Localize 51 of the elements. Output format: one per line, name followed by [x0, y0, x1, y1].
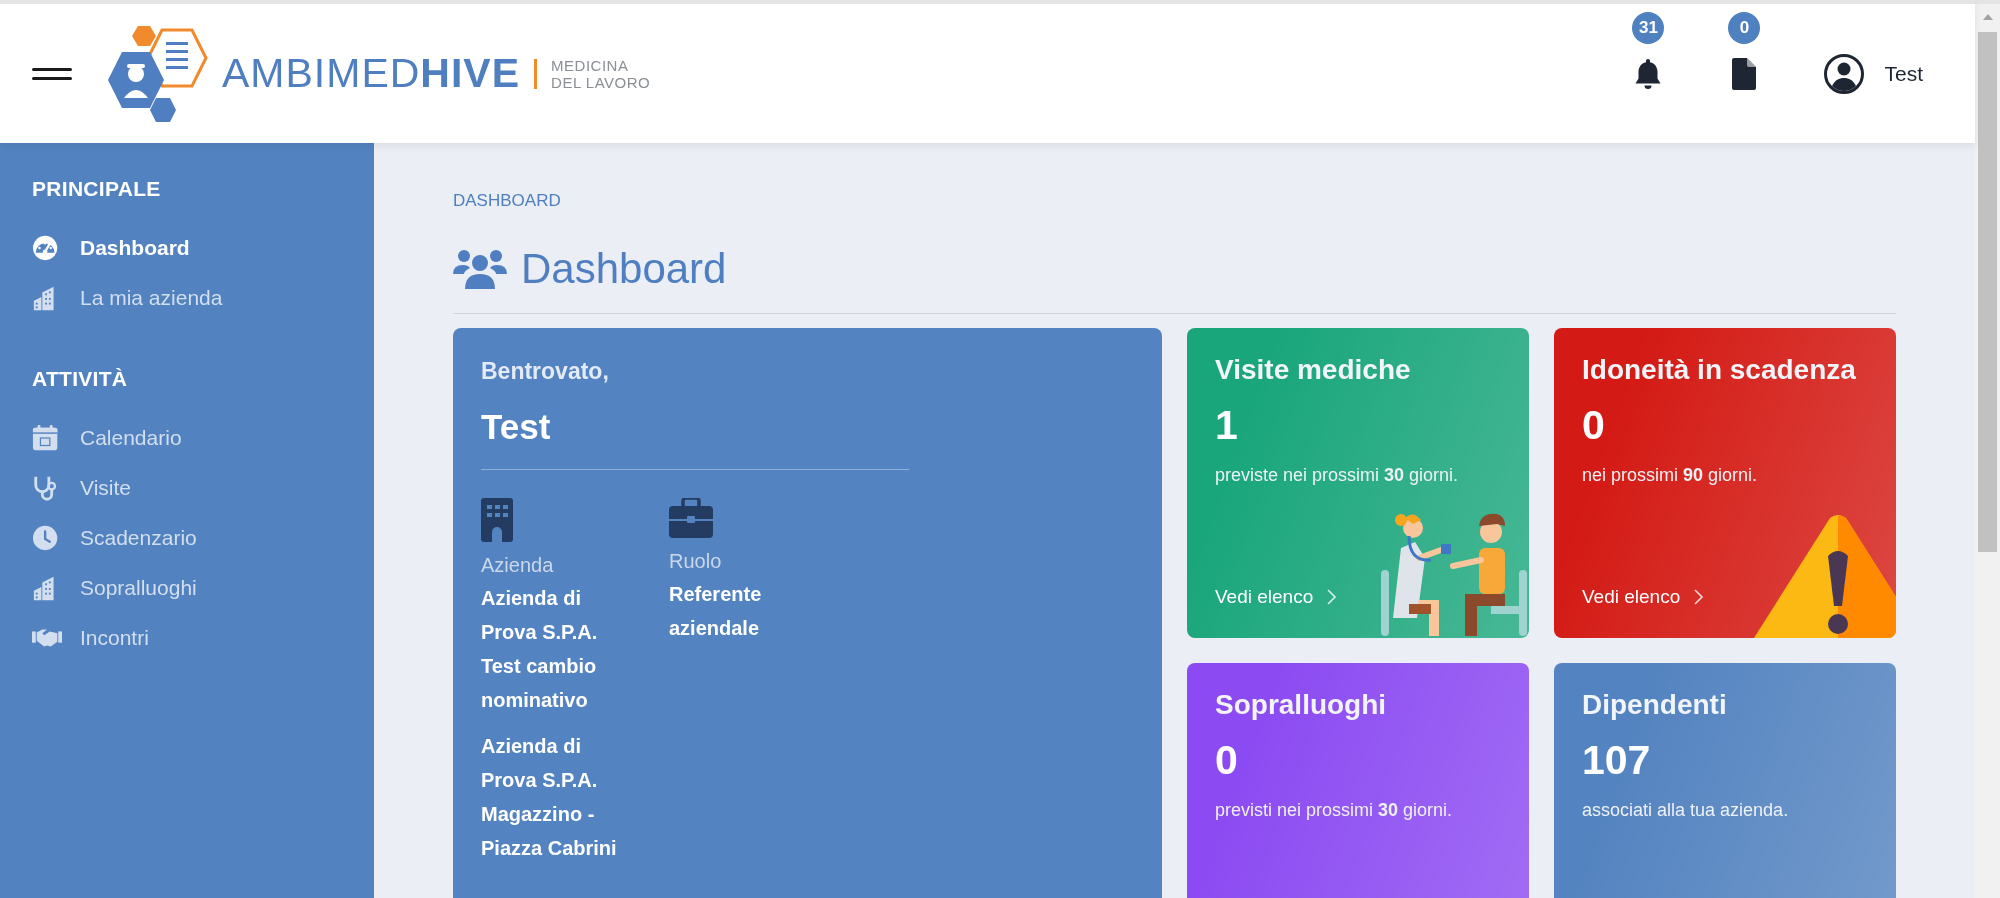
sidebar-section-title: ATTIVITÀ [32, 367, 128, 391]
sidebar-item[interactable]: Dashboard [32, 223, 190, 273]
greeting-text: Bentrovato, [481, 358, 609, 385]
bell-icon [1635, 57, 1662, 90]
page-title: Dashboard [521, 245, 727, 293]
card-caption: previste nei prossimi 30 giorni. [1215, 465, 1459, 486]
logo-tagline: DEL LAVORO [551, 73, 651, 91]
info-value: Azienda di Prova S.P.A. Magazzino - Piazza Cabrini [481, 734, 618, 861]
users-icon [453, 247, 507, 291]
document-count-badge: 0 [1728, 11, 1761, 44]
info-value: Referente aziendale [669, 582, 763, 641]
sidebar-item[interactable]: Incontri [32, 613, 149, 663]
notification-count-badge: 31 [1632, 11, 1665, 44]
card-title: Visite mediche [1215, 354, 1411, 386]
document-icon [1732, 57, 1757, 90]
logo-brand-text: HIVE [420, 50, 521, 97]
logo-brand-text: AMBIMED [222, 50, 421, 97]
briefcase-icon [669, 498, 713, 538]
info-label: Azienda [481, 554, 554, 577]
sidebar-item[interactable]: Calendario [32, 413, 182, 463]
sidebar-section-title: PRINCIPALE [32, 177, 161, 201]
chevron-right-icon [1327, 589, 1337, 605]
building-icon [481, 498, 513, 542]
view-list-link[interactable]: Vedi elenco [1582, 586, 1704, 608]
card-value: 107 [1582, 737, 1651, 784]
card-value: 0 [1582, 402, 1605, 449]
sidebar-item[interactable]: Visite [32, 463, 131, 513]
info-label: Ruolo [669, 550, 722, 573]
card-value: 0 [1215, 737, 1238, 784]
card-caption: associati alla tua azienda. [1582, 800, 1789, 821]
menu-button[interactable] [32, 66, 72, 81]
user-menu-button[interactable]: Test [1824, 53, 1923, 94]
sidebar-item[interactable]: Scadenzario [32, 513, 197, 563]
chevron-right-icon [1694, 589, 1704, 605]
card-caption: nei prossimi 90 giorni. [1582, 465, 1758, 486]
sidebar-item[interactable]: La mia azienda [32, 273, 223, 323]
breadcrumb: DASHBOARD [453, 191, 561, 211]
scroll-up-arrow-icon[interactable] [1982, 14, 1993, 20]
user-name: Test [481, 407, 551, 447]
logo-tagline: MEDICINA [551, 56, 630, 74]
card-title: Sopralluoghi [1215, 689, 1387, 721]
scrollbar-thumb[interactable] [1978, 32, 1997, 552]
card-value: 1 [1215, 402, 1238, 449]
card-title: Dipendenti [1582, 689, 1727, 721]
card-title: Idoneità in scadenza [1582, 354, 1856, 386]
sidebar-item[interactable]: Sopralluoghi [32, 563, 197, 613]
card-caption: previsti nei prossimi 30 giorni. [1215, 800, 1453, 821]
view-list-link[interactable]: Vedi elenco [1215, 586, 1337, 608]
user-avatar-icon [1824, 53, 1865, 94]
info-value: Azienda di Prova S.P.A. Test cambio nominativo [481, 586, 599, 713]
menu-icon [32, 66, 72, 81]
